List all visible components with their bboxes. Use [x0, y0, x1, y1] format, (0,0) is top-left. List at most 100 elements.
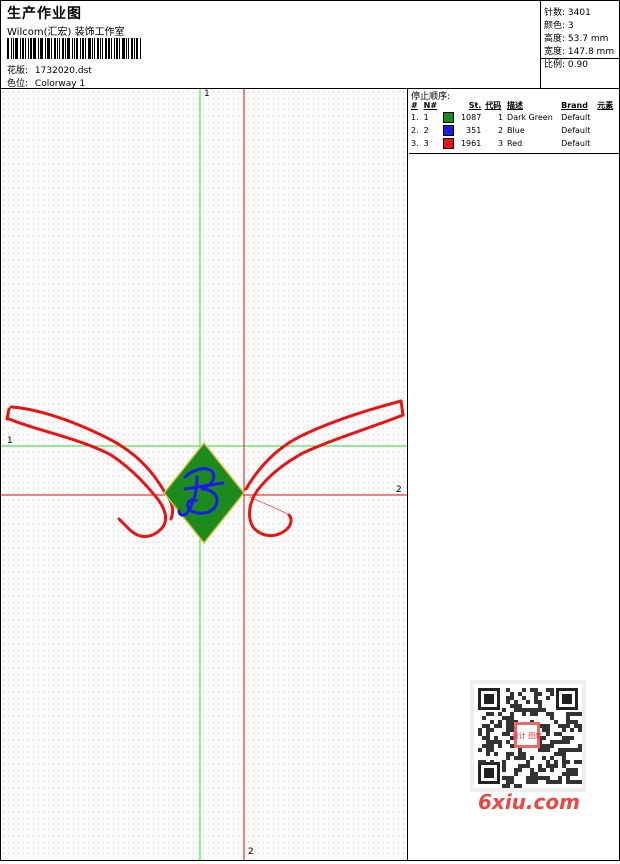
row-brand: Default	[561, 126, 591, 135]
barcode-bar	[37, 38, 39, 59]
green-diamond-fill	[163, 441, 245, 545]
row-element	[595, 111, 617, 124]
design-height: 高度: 53.7 mm	[544, 34, 609, 44]
color-count: 颜色: 3	[544, 21, 574, 31]
barcode-bar	[65, 38, 67, 59]
barcode-bar	[54, 38, 57, 59]
right-ribbon-stitch	[244, 399, 405, 537]
barcode-bar	[39, 38, 41, 59]
color-row[interactable]: 2. 2 351 2 Blue Default	[409, 124, 617, 137]
barcode-bar	[12, 38, 14, 59]
barcode-bar	[21, 38, 24, 59]
barcode-bar	[79, 38, 81, 59]
right-axis-label: 2	[396, 485, 402, 495]
barcode-bar	[126, 38, 128, 59]
row-code: 1	[497, 113, 504, 122]
row-swatch	[441, 137, 457, 150]
row-swatch	[441, 111, 457, 124]
barcode-bar	[62, 38, 65, 59]
barcode-bar	[41, 38, 44, 59]
barcode-bar	[59, 38, 61, 59]
embroidery-preview	[1, 89, 407, 860]
barcode-bar	[14, 38, 18, 59]
barcode-bar	[128, 38, 130, 59]
color-swatch	[442, 125, 454, 136]
barcode-bar	[19, 38, 21, 59]
barcode-bar	[84, 38, 86, 59]
col-stitches: St.	[468, 101, 482, 110]
row-code: 3	[497, 139, 504, 148]
row-stitches: 1087	[460, 113, 482, 122]
barcode-bar	[108, 38, 111, 59]
barcode-bar	[27, 38, 29, 59]
barcode-bar	[114, 38, 116, 59]
barcode-bar	[122, 38, 126, 59]
color-swatch	[442, 138, 454, 149]
barcode-bar	[32, 38, 36, 59]
col-code: 代码	[485, 101, 502, 110]
col-swatch	[441, 100, 457, 111]
row-swatch	[441, 124, 457, 137]
header-info: 生产作业图 Wilcom(汇宏) 装饰工作室 花版: 1732020.dst 色…	[1, 1, 539, 89]
diamond-emblem	[163, 441, 245, 545]
row-description: Blue	[507, 126, 525, 135]
barcode-bar	[74, 38, 75, 59]
barcode-bar	[10, 38, 12, 59]
bottom-axis-label: 2	[248, 847, 254, 857]
design-file-label: 花版:	[7, 66, 29, 76]
row-description: Red	[507, 139, 523, 148]
barcode-bar	[136, 38, 139, 59]
barcode-bar	[116, 38, 119, 59]
barcode-bar	[131, 38, 134, 59]
row-number: 3	[423, 139, 429, 148]
design-width: 宽度: 147.8 mm	[544, 47, 615, 57]
travel-stitch	[248, 496, 290, 516]
left-axis-label: 1	[7, 436, 13, 446]
col-description: 描述	[507, 101, 524, 110]
row-number: 1	[423, 113, 429, 122]
design-file-value: 1732020.dst	[34, 66, 92, 76]
top-axis-label: 1	[204, 89, 210, 99]
barcode-bar	[45, 38, 47, 59]
color-row[interactable]: 1. 1 1087 1 Dark Green Default	[409, 111, 617, 124]
panel-divider	[409, 153, 619, 154]
row-index: 2.	[411, 126, 419, 135]
row-brand: Default	[561, 113, 591, 122]
color-swatch	[442, 112, 454, 123]
barcode-bar	[24, 38, 26, 59]
row-index: 1.	[411, 113, 419, 122]
barcode-bar	[111, 38, 113, 59]
sheet-title: 生产作业图	[7, 6, 82, 22]
barcode-bar	[91, 38, 93, 59]
col-number: N#	[423, 101, 438, 110]
company-name: Wilcom(汇宏) 装饰工作室	[7, 27, 125, 38]
row-element	[595, 137, 617, 150]
barcode-bar	[134, 38, 136, 59]
color-table: # N# St. 代码 描述 Brand 元素 1. 1 1087 1 Dark Gre…	[409, 100, 617, 150]
barcode-bar	[47, 38, 51, 59]
stats-panel: 针数: 3401 颜色: 3 高度: 53.7 mm 宽度: 147.8 mm …	[540, 1, 620, 88]
col-element: 元素	[597, 101, 614, 110]
design-file-row: 花版: 1732020.dst	[7, 63, 92, 76]
row-description: Dark Green	[507, 113, 553, 122]
row-element	[595, 124, 617, 137]
qr-code: 设计 图库	[470, 680, 586, 792]
barcode-bar	[101, 38, 103, 59]
stitch-count: 针数: 3401	[544, 8, 591, 18]
row-stitches: 351	[466, 126, 482, 135]
color-row[interactable]: 3. 3 1961 3 Red Default	[409, 137, 617, 150]
barcode-bar	[57, 38, 59, 59]
svg-text:设计 图库: 设计 图库	[512, 731, 542, 740]
barcode	[7, 38, 142, 59]
barcode-bar	[87, 38, 91, 59]
barcode-bar	[81, 38, 84, 59]
barcode-bar	[51, 38, 53, 59]
stats-divider	[540, 58, 620, 59]
design-canvas[interactable]: 1 1 2 2	[1, 89, 408, 860]
watermark-text: 6xiu.com	[478, 790, 580, 814]
row-brand: Default	[561, 139, 591, 148]
row-index: 3.	[411, 139, 419, 148]
barcode-bar	[67, 38, 71, 59]
col-brand: Brand	[561, 101, 588, 110]
row-code: 2	[497, 126, 504, 135]
